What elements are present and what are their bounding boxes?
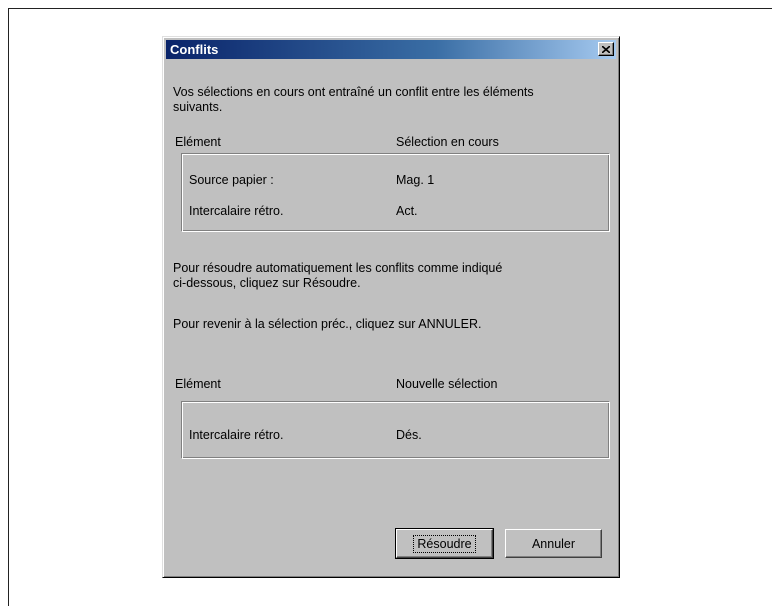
page-frame-left (8, 8, 9, 606)
page-frame-top (8, 8, 772, 9)
new-header-selection: Nouvelle sélection (396, 377, 498, 391)
intro-text-line1: Vos sélections en cours ont entraîné un … (173, 85, 534, 99)
resolve-button[interactable]: Résoudre (395, 528, 494, 559)
title-bar[interactable]: Conflits (166, 40, 616, 59)
current-row-value: Mag. 1 (396, 173, 435, 187)
current-header-selection: Sélection en cours (396, 135, 499, 149)
new-row-element: Intercalaire rétro. (189, 428, 284, 442)
conflicts-dialog: Conflits Vos sélections en cours ont ent… (162, 36, 620, 578)
resolve-button-label: Résoudre (413, 534, 476, 553)
cancel-button-label: Annuler (531, 536, 576, 551)
current-selection-group (181, 153, 610, 232)
resolve-text-line1: Pour résoudre automatiquement les confli… (173, 261, 503, 275)
close-icon (602, 45, 610, 53)
intro-text-line2: suivants. (173, 100, 223, 114)
cancel-button[interactable]: Annuler (505, 529, 602, 558)
dialog-title: Conflits (170, 42, 219, 57)
current-header-element: Elément (175, 135, 221, 149)
current-row-value: Act. (396, 204, 418, 218)
current-row-element: Source papier : (189, 173, 274, 187)
current-row-element: Intercalaire rétro. (189, 204, 284, 218)
resolve-text-line2: ci-dessous, cliquez sur Résoudre. (173, 276, 361, 290)
new-header-element: Elément (175, 377, 221, 391)
cancel-instruction-text: Pour revenir à la sélection préc., cliqu… (173, 317, 482, 331)
close-button[interactable] (598, 42, 614, 56)
new-row-value: Dés. (396, 428, 422, 442)
